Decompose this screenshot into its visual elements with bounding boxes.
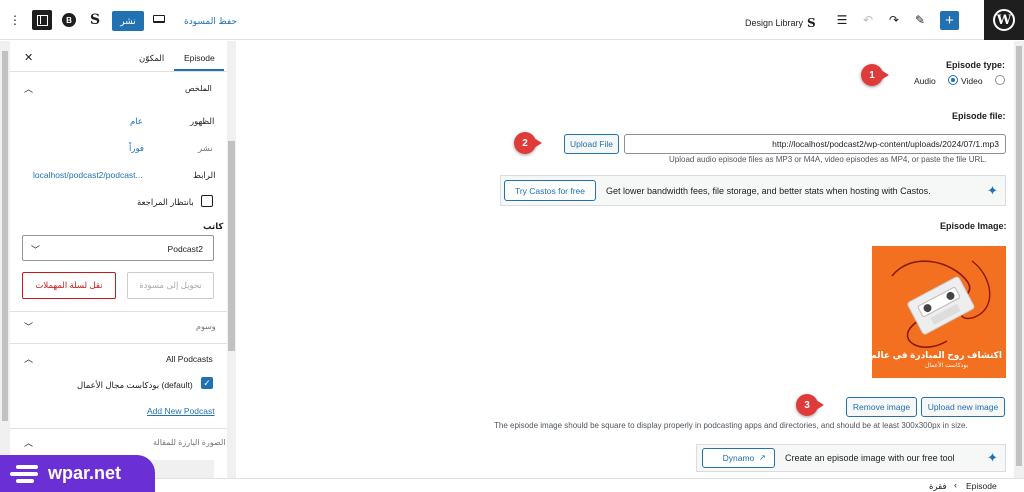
marker-pointer: [881, 70, 889, 80]
wordpress-icon: W: [993, 9, 1015, 31]
remove-image-button[interactable]: Remove image: [846, 397, 917, 417]
episode-image-preview: اكتشاف روح المبادرة في عالم الأعمال بودك…: [872, 246, 1006, 378]
options-menu-icon[interactable]: ⋮: [8, 11, 22, 29]
pending-review-checkbox[interactable]: [201, 195, 213, 207]
image-caption: اكتشاف روح المبادرة في عالم الأعمال: [872, 350, 1002, 360]
annotation-marker-2: 2: [514, 132, 536, 154]
wpar-watermark-logo: wpar.net: [0, 455, 155, 492]
add-podcast-link[interactable]: Add New Podcast: [147, 406, 215, 416]
save-draft-link[interactable]: حفظ المسودة: [184, 16, 237, 27]
upload-file-button[interactable]: Upload File: [564, 134, 619, 154]
video-radio[interactable]: [995, 75, 1005, 85]
annotation-marker-1: 1: [861, 64, 883, 86]
podcasts-panel-title[interactable]: All Podcasts: [166, 354, 213, 364]
switch-to-draft-button[interactable]: تحويل إلى مسودة: [127, 272, 214, 299]
tags-panel-title[interactable]: وسوم: [196, 322, 216, 331]
sidebar-scrollbar-left[interactable]: [0, 41, 10, 481]
annotation-marker-3: 3: [796, 394, 818, 416]
move-to-trash-button[interactable]: نقل لسلة المهملات: [22, 272, 116, 299]
main-scrollbar[interactable]: [1014, 41, 1024, 481]
preview-device-button[interactable]: [152, 13, 166, 25]
stackable-logo-icon: S: [807, 16, 816, 30]
audio-radio[interactable]: [948, 75, 958, 85]
author-value: Podcast2: [167, 244, 203, 254]
episode-type-label: Episode type:: [946, 60, 1006, 70]
scroll-thumb[interactable]: [228, 141, 235, 351]
chevron-down-icon[interactable]: ﹀: [24, 320, 33, 333]
divider: [10, 343, 227, 344]
visibility-value[interactable]: عام: [130, 116, 143, 127]
chevron-up-icon[interactable]: ︿: [24, 436, 33, 449]
wordpress-logo-button[interactable]: W: [984, 0, 1024, 40]
dynamo-button-label: Dynamo: [722, 453, 755, 463]
chevron-down-icon: ﹀: [31, 245, 41, 255]
image-help-text: The episode image should be square to di…: [494, 421, 968, 430]
dynamo-notice-text: Create an episode image with our free to…: [785, 453, 955, 463]
castos-notice-text: Get lower bandwidth fees, file storage, …: [606, 186, 931, 196]
audio-label: Audio: [914, 76, 936, 86]
divider: [10, 71, 227, 72]
podcast-checkbox[interactable]: ✓: [201, 377, 213, 389]
sidebar-icon: [36, 14, 48, 26]
sidebar-scrollbar[interactable]: [227, 41, 236, 481]
wpar-watermark-text: wpar.net: [48, 463, 122, 483]
upload-new-image-button[interactable]: Upload new image: [921, 397, 1005, 417]
chevron-up-icon[interactable]: ︿: [24, 82, 33, 95]
divider: [10, 311, 227, 312]
summary-title[interactable]: الملخص: [185, 84, 212, 93]
featured-image-panel-title[interactable]: الصورة البارزة للمقالة: [153, 438, 226, 447]
stackable-s-icon[interactable]: S: [86, 11, 104, 29]
settings-toggle-button[interactable]: [32, 10, 52, 30]
image-subcaption: بودكاست الأعمال: [924, 363, 968, 369]
close-sidebar-icon[interactable]: ✕: [24, 51, 33, 64]
breadcrumb-separator-icon: ‹: [954, 480, 957, 490]
video-label: Video: [961, 76, 983, 86]
stackable-plugin-button[interactable]: B: [60, 11, 78, 29]
redo-icon[interactable]: ↷: [886, 12, 902, 28]
podcast-item-label: بودكاست مجال الأعمال (default): [77, 380, 193, 390]
scroll-thumb[interactable]: [1016, 46, 1022, 466]
sparkle-icon: ✦: [987, 183, 998, 198]
edit-tools-icon[interactable]: ✎: [912, 12, 928, 28]
breadcrumb-episode[interactable]: Episode: [966, 481, 997, 491]
document-overview-icon[interactable]: ☰: [834, 12, 850, 28]
publish-date-value[interactable]: فوراً: [129, 143, 144, 154]
permalink-label: الرابط: [193, 170, 216, 180]
episode-image-label: Episode Image:: [940, 221, 1007, 231]
permalink-value[interactable]: localhost/podcast2/podcast...: [33, 170, 143, 180]
visibility-label: الظهور: [190, 116, 215, 126]
scroll-thumb[interactable]: [2, 51, 8, 421]
try-castos-button[interactable]: Try Castos for free: [504, 180, 596, 201]
laptop-icon: [153, 15, 165, 23]
file-help-text: Upload audio episode files as MP3 or M4A…: [669, 155, 987, 164]
author-select[interactable]: ﹀ Podcast2: [22, 235, 214, 261]
external-link-icon: ↗: [759, 453, 766, 462]
plugin-b-icon: B: [62, 13, 76, 27]
wpar-logo-icon: [10, 464, 38, 483]
design-library-label: Design Library: [745, 18, 804, 28]
publish-button[interactable]: نشر: [112, 11, 144, 31]
editor-toolbar: ⋮ B S نشر حفظ المسودة Design Library S ☰…: [0, 0, 1024, 40]
design-library-button[interactable]: Design Library S: [745, 16, 816, 30]
publish-date-label: نشر: [198, 143, 213, 153]
marker-pointer: [816, 400, 824, 410]
divider: [10, 428, 227, 429]
tab-episode[interactable]: Episode: [184, 53, 215, 63]
settings-sidebar: [0, 41, 236, 492]
episode-file-label: Episode file:: [952, 111, 1006, 121]
pending-review-label: بانتظار المراجعة: [137, 197, 194, 207]
tab-block[interactable]: المكوّن: [139, 53, 164, 64]
add-block-button[interactable]: +: [940, 11, 959, 30]
author-label: كاتب: [203, 221, 224, 231]
sparkle-icon: ✦: [987, 450, 998, 465]
marker-pointer: [534, 138, 542, 148]
dynamo-button[interactable]: Dynamo ↗: [702, 448, 775, 468]
breadcrumb-paragraph[interactable]: فقرة: [929, 481, 947, 492]
undo-icon[interactable]: ↶: [860, 12, 876, 28]
chevron-up-icon[interactable]: ︿: [24, 352, 33, 365]
episode-file-url-input[interactable]: http://localhost/podcast2/wp-content/upl…: [624, 134, 1006, 154]
